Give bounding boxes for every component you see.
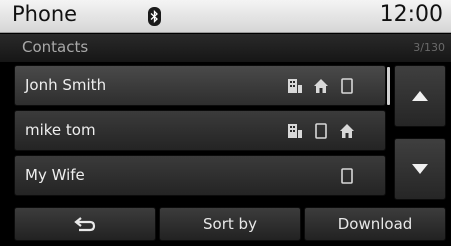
download-button[interactable]: Download xyxy=(304,207,446,241)
contact-name: mike tom xyxy=(25,121,96,139)
contact-row[interactable]: Jonh Smith xyxy=(14,65,386,106)
sort-by-button[interactable]: Sort by xyxy=(159,207,301,241)
bottom-bar: Sort by Download xyxy=(14,207,446,241)
page-counter: 3/130 xyxy=(413,41,445,54)
bluetooth-icon xyxy=(148,7,161,26)
app-title: Phone xyxy=(12,2,78,26)
contact-list: Jonh Smith mike tom My Wife xyxy=(14,65,386,200)
contact-row[interactable]: My Wife xyxy=(14,155,386,196)
mobile-icon xyxy=(315,123,327,139)
status-bar: Phone 12:00 xyxy=(0,0,451,33)
mobile-icon xyxy=(341,168,353,184)
back-arrow-icon xyxy=(74,217,96,232)
section-title: Contacts xyxy=(22,38,89,56)
sub-header: Contacts 3/130 xyxy=(0,34,451,62)
contact-row[interactable]: mike tom xyxy=(14,110,386,151)
contact-name: Jonh Smith xyxy=(25,76,107,94)
mobile-icon xyxy=(341,78,353,94)
arrow-up-icon xyxy=(412,91,428,101)
scrollbar[interactable] xyxy=(387,67,390,105)
office-icon xyxy=(288,124,302,138)
clock: 12:00 xyxy=(379,2,443,27)
contact-name: My Wife xyxy=(25,166,85,184)
scroll-down-button[interactable] xyxy=(394,138,446,200)
home-icon xyxy=(340,124,354,138)
scroll-up-button[interactable] xyxy=(394,65,446,127)
home-icon xyxy=(314,79,328,93)
arrow-down-icon xyxy=(412,164,428,174)
office-icon xyxy=(288,79,302,93)
back-button[interactable] xyxy=(14,207,156,241)
